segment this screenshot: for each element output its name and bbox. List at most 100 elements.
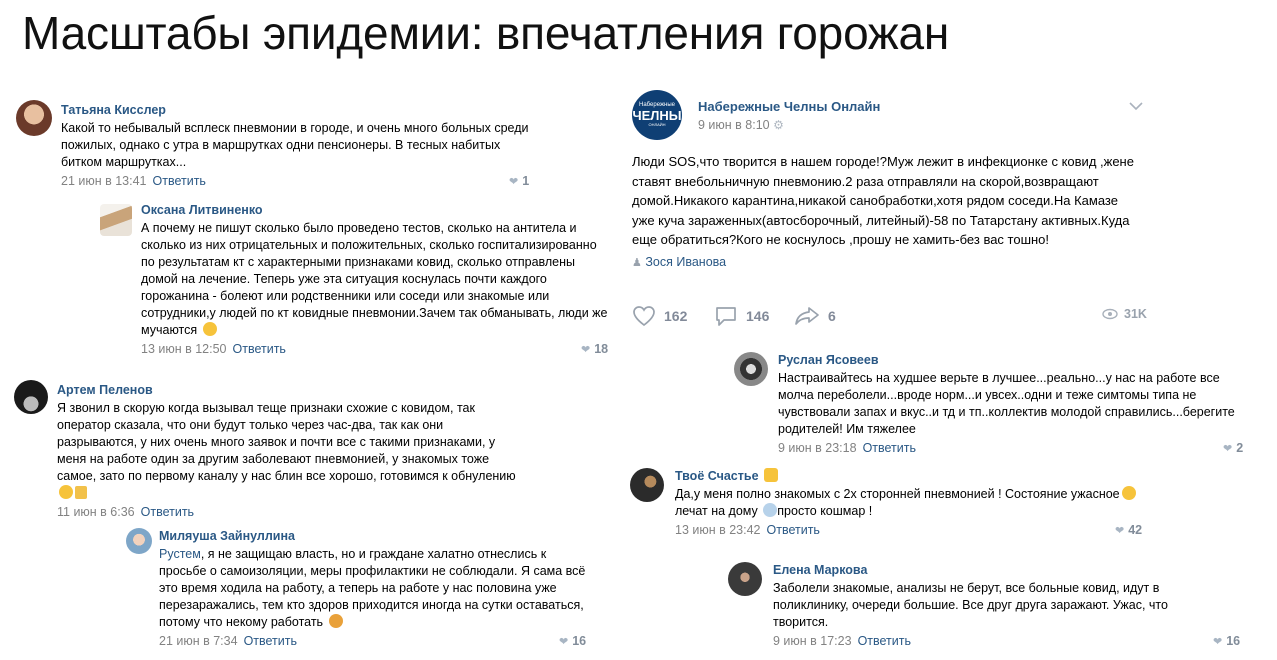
comment-author[interactable]: Руслан Ясовеев	[778, 352, 1253, 368]
reply-link[interactable]: Ответить	[233, 342, 286, 356]
like-button[interactable]: 162	[632, 305, 687, 327]
emoji-icon	[1121, 486, 1136, 500]
comment-date[interactable]: 9 июн в 23:18	[778, 441, 857, 455]
like-count: 16	[1226, 634, 1241, 648]
avatar[interactable]	[126, 528, 152, 554]
avatar[interactable]	[14, 380, 48, 414]
comment-author[interactable]: Елена Маркова	[773, 562, 1203, 578]
comment-date[interactable]: 13 июн в 23:42	[675, 523, 761, 537]
comment-author[interactable]: Миляуша Зайнуллина	[159, 528, 589, 544]
comment: Оксана Литвиненко А почему не пишут скол…	[100, 200, 620, 360]
eye-icon	[1102, 308, 1118, 320]
avatar[interactable]	[630, 468, 664, 502]
reply-link[interactable]: Ответить	[767, 523, 820, 537]
like-button[interactable]: ❤ 42	[1115, 522, 1142, 539]
comment-text: Заболели знакомые, анализы не берут, все…	[773, 581, 1168, 629]
comment-text: Какой то небывалый всплеск пневмонии в г…	[61, 121, 529, 169]
share-count: 6	[828, 308, 836, 324]
comment-date[interactable]: 11 июн в 6:36	[57, 505, 135, 519]
heart-icon: ❤	[1213, 636, 1223, 648]
comment: Руслан Ясовеев Настраивайтесь на худшее …	[734, 350, 1254, 460]
community-name[interactable]: Набережные Челны Онлайн	[698, 99, 880, 114]
like-button[interactable]: ❤ 2	[1223, 440, 1243, 457]
reply-link[interactable]: Ответить	[244, 634, 297, 648]
views-counter: 31K	[1102, 307, 1147, 321]
comment-meta: 13 июн в 12:50 Ответить ❤ 18	[141, 341, 611, 357]
comment: Артем Пеленов Я звонил в скорую когда вы…	[14, 380, 554, 520]
comment-button[interactable]: 146	[714, 305, 769, 327]
comment-text: Да,у меня полно знакомых с 2х сторонней …	[675, 486, 1145, 520]
reply-link[interactable]: Ответить	[141, 505, 194, 519]
share-button[interactable]: 6	[794, 305, 836, 327]
comment-text: А почему не пишут сколько было проведено…	[141, 220, 611, 339]
comment-meta: 11 июн в 6:36 Ответить	[57, 504, 517, 520]
logo-text-main: ЧЕЛНЫ	[632, 108, 682, 123]
like-count: 18	[594, 342, 609, 356]
emoji-icon	[763, 503, 778, 517]
like-button[interactable]: ❤ 16	[559, 633, 586, 650]
comment-text-content: Я звонил в скорую когда вызывал теще при…	[57, 401, 516, 483]
mention-link[interactable]: Рустем	[159, 547, 201, 561]
comment-date[interactable]: 9 июн в 17:23	[773, 634, 852, 648]
avatar[interactable]	[734, 352, 768, 386]
avatar[interactable]	[16, 100, 52, 136]
like-button[interactable]: ❤ 16	[1213, 633, 1240, 650]
fist-emoji-icon	[764, 468, 779, 482]
comment-text: Рустем, я не защищаю власть, но и гражда…	[159, 546, 589, 631]
comment-author-name: Твоё Счастье	[675, 469, 759, 483]
post-author[interactable]: ♟ Зося Иванова	[632, 255, 726, 269]
comment-meta: 9 июн в 17:23 Ответить ❤ 16	[773, 633, 1240, 649]
community-logo[interactable]: Набережные ЧЕЛНЫ ОНЛАЙН	[632, 90, 682, 140]
comment: Миляуша Зайнуллина Рустем, я не защищаю …	[126, 526, 606, 656]
reply-link[interactable]: Ответить	[863, 441, 916, 455]
heart-icon: ❤	[1223, 443, 1233, 455]
thumbs-up-icon	[75, 486, 87, 499]
page-title: Масштабы эпидемии: впечатления горожан	[22, 7, 950, 59]
user-icon: ♟	[632, 257, 642, 269]
comment-date[interactable]: 21 июн в 7:34	[159, 634, 238, 648]
comment-text-part: Да,у меня полно знакомых с 2х сторонней …	[675, 487, 1120, 501]
heart-icon: ❤	[509, 176, 519, 188]
gear-icon: ⚙	[773, 118, 784, 132]
comment-author[interactable]: Татьяна Кисслер	[61, 102, 531, 118]
post-date-text: 9 июн в 8:10	[698, 118, 770, 132]
view-count: 31K	[1124, 307, 1147, 321]
chevron-down-icon[interactable]	[1128, 98, 1144, 111]
comment-date[interactable]: 21 июн в 13:41	[61, 174, 147, 188]
like-button[interactable]: ❤ 1	[509, 173, 529, 190]
comment-meta: 21 июн в 7:34 Ответить ❤ 16	[159, 633, 589, 649]
share-icon	[795, 307, 819, 325]
comment-author[interactable]: Твоё Счастье	[675, 468, 1145, 484]
emoji-icon	[59, 485, 73, 499]
emoji-icon	[202, 322, 217, 336]
comment-count: 146	[746, 308, 770, 324]
like-count: 42	[1128, 523, 1143, 537]
like-count: 16	[572, 634, 587, 648]
comment: Елена Маркова Заболели знакомые, анализы…	[728, 560, 1248, 655]
comment: Татьяна Кисслер Какой то небывалый вспле…	[16, 100, 556, 190]
heart-icon: ❤	[581, 344, 591, 356]
comment-text-content: , я не защищаю власть, но и граждане хал…	[159, 547, 586, 629]
like-count: 162	[664, 308, 688, 324]
like-button[interactable]: ❤ 18	[581, 341, 608, 358]
reply-link[interactable]: Ответить	[153, 174, 206, 188]
post-actions: 162 146 6 31K	[632, 305, 1152, 331]
heart-icon	[633, 306, 655, 327]
comment-author[interactable]: Оксана Литвиненко	[141, 202, 611, 218]
post-date[interactable]: 9 июн в 8:10 ⚙	[698, 118, 880, 132]
comment-date[interactable]: 13 июн в 12:50	[141, 342, 227, 356]
post-text: Люди SOS,что творится в нашем городе!?Му…	[632, 154, 1134, 247]
comment-text: Я звонил в скорую когда вызывал теще при…	[57, 400, 517, 502]
comment-author[interactable]: Артем Пеленов	[57, 382, 517, 398]
like-count: 1	[522, 174, 530, 188]
avatar[interactable]	[100, 204, 132, 236]
avatar[interactable]	[728, 562, 762, 596]
heart-icon: ❤	[1115, 525, 1125, 537]
comment-text-part: лечат на дому	[675, 504, 758, 518]
heart-icon: ❤	[559, 636, 569, 648]
emoji-icon	[328, 614, 343, 628]
comment-text-content: А почему не пишут сколько было проведено…	[141, 221, 608, 337]
like-count: 2	[1236, 441, 1244, 455]
comment-meta: 9 июн в 23:18 Ответить ❤ 2	[778, 440, 1253, 456]
reply-link[interactable]: Ответить	[858, 634, 911, 648]
